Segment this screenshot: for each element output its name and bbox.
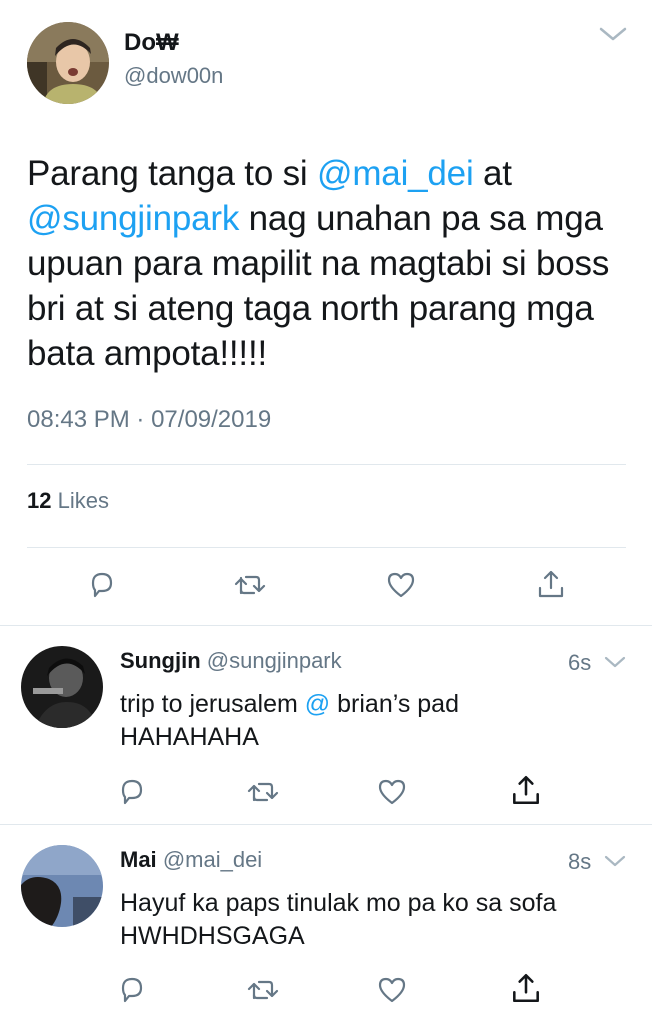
reply-text-part: trip to jerusalem	[120, 690, 305, 718]
tweet-text-part: at	[473, 154, 512, 193]
tweet-text-part: Parang tanga to si	[27, 154, 318, 193]
retweet-icon[interactable]	[245, 975, 281, 1005]
reply-avatar[interactable]	[21, 845, 103, 927]
heart-icon[interactable]	[377, 975, 407, 1005]
chevron-down-icon[interactable]	[604, 655, 626, 669]
share-icon[interactable]	[535, 568, 567, 600]
retweet-icon[interactable]	[245, 777, 281, 807]
reply-time: 8s	[568, 849, 592, 874]
share-icon[interactable]	[509, 971, 543, 1005]
reply-handle[interactable]: @mai_dei	[163, 847, 262, 872]
reply-icon[interactable]	[117, 777, 147, 807]
author-handle[interactable]: @dow00n	[124, 63, 223, 89]
divider	[27, 547, 626, 548]
tweet-text: Parang tanga to si @mai_dei at @sungjinp…	[27, 151, 627, 376]
reply-text: trip to jerusalem @ brian’s pad HAHAHAHA	[120, 688, 540, 754]
heart-icon[interactable]	[386, 570, 416, 600]
reply-avatar[interactable]	[21, 646, 103, 728]
reply-time: 6s	[568, 650, 592, 675]
mention-link[interactable]: @sungjinpark	[27, 199, 239, 238]
likes-number: 12	[27, 488, 52, 513]
tweet-date: 07/09/2019	[151, 406, 272, 433]
retweet-icon[interactable]	[232, 570, 268, 600]
mention-link[interactable]: @	[305, 690, 330, 718]
chevron-down-icon[interactable]	[604, 854, 626, 868]
share-icon[interactable]	[509, 773, 543, 807]
tweet-timestamp[interactable]: 08:43 PM · 07/09/2019	[27, 406, 271, 434]
reply-icon[interactable]	[117, 975, 147, 1005]
heart-icon[interactable]	[377, 777, 407, 807]
reply-display-name[interactable]: Mai	[120, 847, 157, 872]
reply-text: Hayuf ka paps tinulak mo pa ko sa sofa H…	[120, 889, 557, 950]
divider	[27, 464, 626, 465]
timestamp-separator: ·	[136, 406, 145, 433]
reply-display-name[interactable]: Sungjin	[120, 648, 201, 673]
divider	[0, 824, 652, 825]
chevron-down-icon[interactable]	[598, 24, 628, 44]
divider	[0, 625, 652, 626]
reply-header: Sungjin @sungjinpark	[120, 648, 342, 674]
reply-header: Mai @mai_dei	[120, 847, 262, 873]
likes-label: Likes	[57, 488, 109, 513]
likes-count[interactable]: 12 Likes	[27, 488, 109, 514]
tweet-time: 08:43 PM	[27, 406, 130, 433]
reply-handle[interactable]: @sungjinpark	[207, 648, 342, 673]
author-display-name[interactable]: Do₩	[124, 29, 179, 57]
mention-link[interactable]: @mai_dei	[317, 154, 474, 193]
reply-icon[interactable]	[87, 570, 117, 600]
author-avatar[interactable]	[27, 22, 109, 104]
